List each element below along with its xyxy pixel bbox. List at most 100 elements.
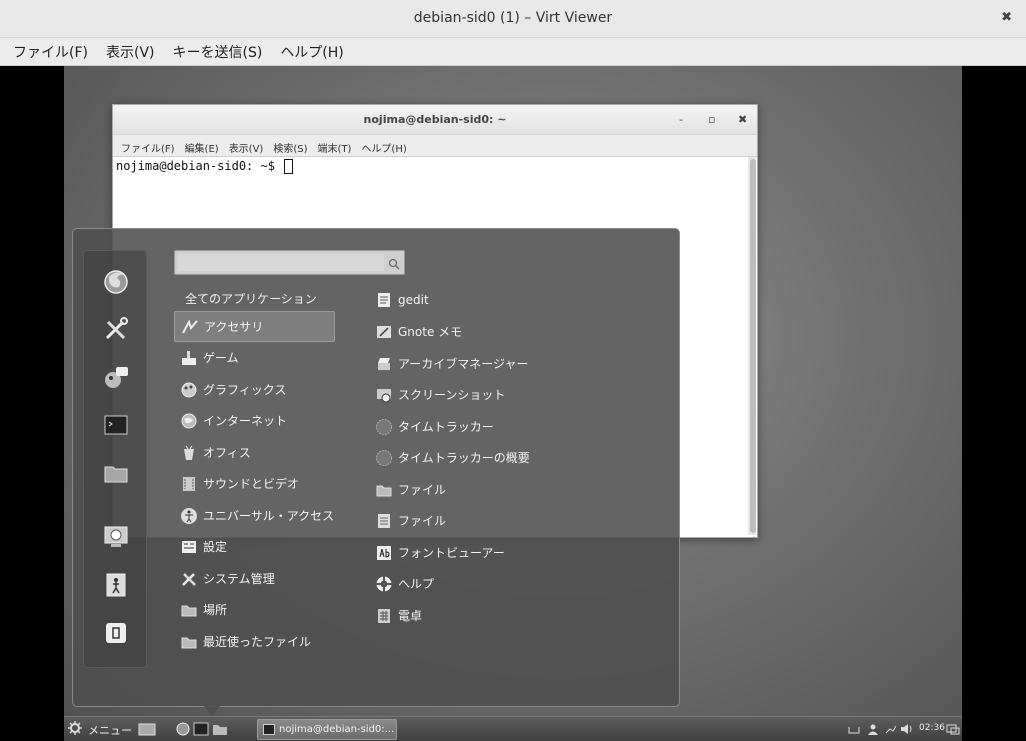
- terminal-menu-search[interactable]: 検索(S): [268, 135, 312, 156]
- app-files-alt[interactable]: ファイル: [375, 506, 446, 535]
- terminal-scrollbar-thumb[interactable]: [750, 159, 756, 533]
- search-icon: [388, 255, 400, 274]
- category-label: 最近使ったファイル: [203, 635, 312, 649]
- terminal-prompt: nojima@debian-sid0: ~$: [116, 159, 283, 173]
- app-gedit[interactable]: gedit: [375, 285, 429, 314]
- logout-icon[interactable]: [100, 569, 132, 601]
- category-recent-files[interactable]: 最近使ったファイル: [174, 626, 335, 657]
- volume-icon[interactable]: [900, 722, 914, 736]
- font-viewer-icon: [375, 544, 393, 562]
- all-applications-label[interactable]: 全てのアプリケーション: [185, 290, 317, 307]
- favorites-bar: [83, 250, 147, 668]
- category-label: オフィス: [203, 446, 251, 460]
- accessories-icon: [181, 318, 199, 336]
- workspace-switcher-icon[interactable]: [946, 722, 960, 736]
- places-icon: [180, 601, 198, 619]
- window-titlebar: debian-sid0 (1) – Virt Viewer ✖: [0, 0, 1026, 38]
- search-box: [174, 250, 405, 275]
- app-help[interactable]: ヘルプ: [375, 569, 434, 598]
- category-universal-access[interactable]: ユニバーサル・アクセス: [174, 500, 335, 531]
- panel-firefox-icon[interactable]: [174, 721, 192, 737]
- terminal-menu-file[interactable]: ファイル(F): [116, 135, 180, 156]
- bottom-panel: メニュー nojima@debian-sid0:... 02:36: [64, 716, 962, 741]
- category-label: グラフィックス: [203, 383, 287, 397]
- internet-icon: [180, 412, 198, 430]
- universal-access-icon: [180, 507, 198, 525]
- office-icon: [180, 444, 198, 462]
- category-settings[interactable]: 設定: [174, 531, 335, 562]
- calculator-icon: [375, 607, 393, 625]
- terminal-menubar: ファイル(F) 編集(E) 表示(V) 検索(S) 端末(T) ヘルプ(H): [113, 135, 757, 157]
- app-font-viewer[interactable]: フォントビューアー: [375, 538, 505, 567]
- screensaver-icon[interactable]: [100, 521, 132, 553]
- taskbar-terminal-icon: [263, 720, 275, 739]
- app-gnote[interactable]: Gnote メモ: [375, 317, 462, 346]
- app-label: タイムトラッカー: [398, 420, 494, 434]
- terminal-menu-help[interactable]: ヘルプ(H): [356, 135, 411, 156]
- firefox-icon[interactable]: [100, 265, 132, 297]
- terminal-minimize-button[interactable]: -: [679, 113, 683, 126]
- screenshot-icon: [375, 386, 393, 404]
- app-time-tracker[interactable]: タイムトラッカー: [375, 412, 494, 441]
- terminal-menu-edit[interactable]: 編集(E): [180, 135, 224, 156]
- system-tools-icon[interactable]: [100, 313, 132, 345]
- app-files[interactable]: ファイル: [375, 475, 446, 504]
- panel-clock[interactable]: 02:36: [919, 723, 945, 733]
- category-label: ゲーム: [203, 351, 239, 365]
- terminal-close-button[interactable]: ✖: [738, 113, 747, 126]
- terminal-menu-view[interactable]: 表示(V): [224, 135, 269, 156]
- window-close-button[interactable]: ✖: [1001, 10, 1012, 25]
- category-sound-video[interactable]: サウンドとビデオ: [174, 468, 335, 499]
- menu-send-key[interactable]: キーを送信(S): [164, 38, 272, 65]
- app-label: ヘルプ: [398, 577, 435, 591]
- terminal-maximize-button[interactable]: ▫: [708, 113, 715, 126]
- panel-terminal-icon[interactable]: [192, 721, 210, 737]
- app-time-tracker-overview[interactable]: タイムトラッカーの概要: [375, 443, 530, 472]
- guest-desktop[interactable]: nojima@debian-sid0: ~ - ▫ ✖ ファイル(F) 編集(E…: [64, 66, 962, 741]
- shutdown-icon[interactable]: [100, 617, 132, 649]
- panel-menu-button[interactable]: メニュー: [67, 720, 132, 740]
- menu-file[interactable]: ファイル(F): [4, 38, 97, 65]
- terminal-menu-terminal[interactable]: 端末(T): [313, 135, 357, 156]
- time-tracker-icon: [375, 418, 393, 436]
- category-accessories[interactable]: アクセサリ: [174, 311, 335, 342]
- games-icon: [180, 349, 198, 367]
- category-label: アクセサリ: [204, 320, 264, 334]
- panel-folder-icon[interactable]: [211, 721, 229, 737]
- user-icon[interactable]: [866, 722, 880, 736]
- category-internet[interactable]: インターネット: [174, 405, 335, 436]
- app-archive-manager[interactable]: アーカイブマネージャー: [375, 349, 528, 378]
- app-label: Gnote メモ: [398, 325, 463, 339]
- search-input[interactable]: [178, 254, 384, 271]
- application-menu: 全てのアプリケーション アクセサリ ゲーム グラフィックス インターネット オフ…: [72, 228, 680, 707]
- show-desktop-icon[interactable]: [138, 721, 156, 737]
- folder-icon[interactable]: [100, 457, 132, 489]
- pidgin-icon[interactable]: [100, 361, 132, 393]
- category-places[interactable]: 場所: [174, 594, 335, 625]
- category-games[interactable]: ゲーム: [174, 342, 335, 373]
- terminal-title: nojima@debian-sid0: ~: [363, 113, 507, 126]
- network-icon[interactable]: [884, 722, 898, 736]
- gnote-icon: [375, 323, 393, 341]
- app-calculator[interactable]: 電卓: [375, 601, 422, 630]
- help-icon: [375, 575, 393, 593]
- sound-video-icon: [180, 475, 198, 493]
- terminal-titlebar[interactable]: nojima@debian-sid0: ~ - ▫ ✖: [113, 105, 757, 135]
- terminal-icon[interactable]: [100, 409, 132, 441]
- keyboard-icon[interactable]: [847, 722, 861, 736]
- time-tracker-overview-icon: [375, 449, 393, 467]
- category-office[interactable]: オフィス: [174, 437, 335, 468]
- menu-help[interactable]: ヘルプ(H): [271, 38, 352, 65]
- recent-files-icon: [180, 633, 198, 651]
- app-label: アーカイブマネージャー: [398, 357, 529, 371]
- menu-pointer: [204, 706, 220, 716]
- app-label: タイムトラッカーの概要: [398, 451, 530, 465]
- category-system-admin[interactable]: システム管理: [174, 563, 335, 594]
- app-label: 電卓: [398, 609, 423, 623]
- menu-view[interactable]: 表示(V): [97, 38, 164, 65]
- files-icon: [375, 481, 393, 499]
- category-graphics[interactable]: グラフィックス: [174, 374, 335, 405]
- system-admin-icon: [180, 570, 198, 588]
- app-screenshot[interactable]: スクリーンショット: [375, 380, 505, 409]
- taskbar-terminal-button[interactable]: nojima@debian-sid0:...: [257, 719, 397, 740]
